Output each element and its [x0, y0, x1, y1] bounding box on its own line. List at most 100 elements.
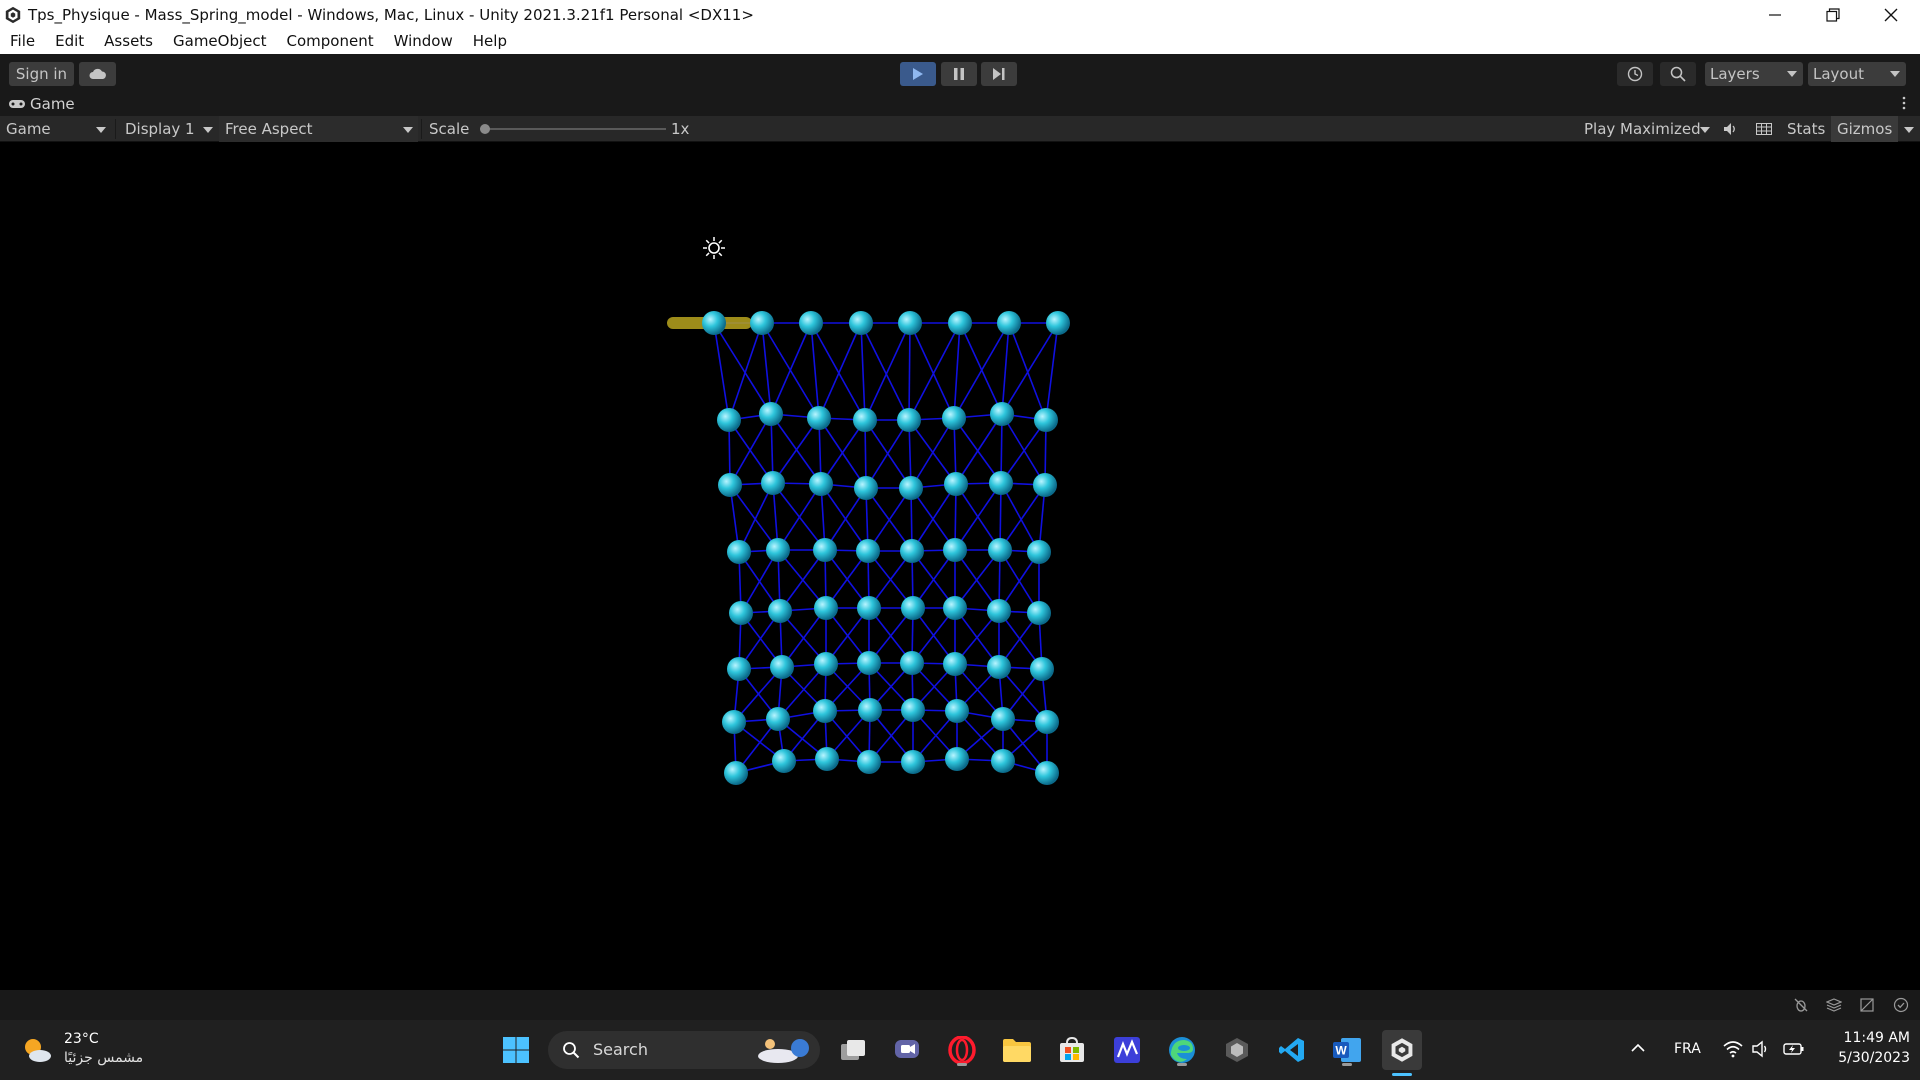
- word-button[interactable]: W: [1327, 1030, 1367, 1070]
- mass-node[interactable]: [989, 471, 1013, 495]
- play-button[interactable]: [900, 62, 936, 86]
- mass-node[interactable]: [1030, 657, 1054, 681]
- mass-node[interactable]: [813, 538, 837, 562]
- wifi-icon[interactable]: [1723, 1040, 1743, 1058]
- mass-node[interactable]: [727, 657, 751, 681]
- unity-hub-button[interactable]: [1217, 1030, 1257, 1070]
- restore-button[interactable]: [1804, 0, 1862, 29]
- play-mode-dropdown[interactable]: Play Maximized: [1578, 116, 1710, 142]
- mass-node[interactable]: [858, 698, 882, 722]
- mass-node[interactable]: [948, 311, 972, 335]
- show-hidden-icons-button[interactable]: [1630, 1038, 1652, 1060]
- mass-node[interactable]: [761, 471, 785, 495]
- mass-node[interactable]: [770, 655, 794, 679]
- system-clock[interactable]: 11:49 AM 5/30/2023: [1810, 1028, 1910, 1068]
- tab-menu-button[interactable]: [1902, 96, 1908, 112]
- input-language-indicator[interactable]: FRA: [1674, 1041, 1701, 1057]
- battery-charging-icon[interactable]: [1783, 1041, 1805, 1057]
- mass-node[interactable]: [718, 473, 742, 497]
- layout-dropdown[interactable]: Layout: [1808, 62, 1906, 86]
- mass-node[interactable]: [945, 699, 969, 723]
- mass-node[interactable]: [857, 596, 881, 620]
- mass-node[interactable]: [901, 698, 925, 722]
- mass-node[interactable]: [943, 596, 967, 620]
- cloud-button[interactable]: [79, 62, 116, 86]
- mass-node[interactable]: [1027, 601, 1051, 625]
- volume-icon[interactable]: [1752, 1040, 1770, 1058]
- mass-node[interactable]: [898, 311, 922, 335]
- mass-node[interactable]: [857, 651, 881, 675]
- mass-node[interactable]: [1035, 710, 1059, 734]
- microsoft-store-button[interactable]: [1052, 1030, 1092, 1070]
- light-gizmo-icon[interactable]: [703, 237, 725, 259]
- mass-node[interactable]: [857, 750, 881, 774]
- mass-node[interactable]: [987, 599, 1011, 623]
- mass-node[interactable]: [901, 596, 925, 620]
- mass-spring-scene[interactable]: [0, 142, 1920, 990]
- mass-node[interactable]: [815, 747, 839, 771]
- mass-node[interactable]: [987, 655, 1011, 679]
- task-view-button[interactable]: [833, 1030, 873, 1070]
- mass-node[interactable]: [853, 408, 877, 432]
- pause-button[interactable]: [941, 62, 977, 86]
- step-button[interactable]: [981, 62, 1017, 86]
- search-button[interactable]: [1660, 62, 1696, 86]
- layers-stack-icon[interactable]: [1826, 997, 1842, 1013]
- mass-node[interactable]: [772, 749, 796, 773]
- mass-node[interactable]: [988, 538, 1012, 562]
- mass-node[interactable]: [1046, 311, 1070, 335]
- mass-node[interactable]: [856, 539, 880, 563]
- auto-generate-lighting-icon[interactable]: [1859, 997, 1875, 1013]
- mass-node[interactable]: [814, 652, 838, 676]
- mass-node[interactable]: [807, 406, 831, 430]
- stats-overlay-button[interactable]: [1752, 120, 1776, 138]
- sign-in-button[interactable]: Sign in: [9, 62, 74, 86]
- history-button[interactable]: [1617, 62, 1653, 86]
- edge-browser-button[interactable]: [1162, 1030, 1202, 1070]
- weather-widget[interactable]: 23°C مشمس جزئيًا: [18, 1028, 158, 1072]
- opera-browser-button[interactable]: [942, 1030, 982, 1070]
- mass-node[interactable]: [945, 747, 969, 771]
- mass-node[interactable]: [750, 311, 774, 335]
- mass-node[interactable]: [768, 599, 792, 623]
- mass-node[interactable]: [991, 707, 1015, 731]
- mass-node[interactable]: [997, 311, 1021, 335]
- mass-node[interactable]: [901, 750, 925, 774]
- menu-gameobject[interactable]: GameObject: [163, 29, 277, 54]
- mass-node[interactable]: [942, 406, 966, 430]
- mass-node[interactable]: [943, 652, 967, 676]
- gizmos-button[interactable]: Gizmos: [1831, 116, 1898, 142]
- menu-component[interactable]: Component: [277, 29, 384, 54]
- mathway-app-button[interactable]: [1107, 1030, 1147, 1070]
- mass-node[interactable]: [990, 402, 1014, 426]
- mass-node[interactable]: [1033, 473, 1057, 497]
- mass-node[interactable]: [900, 539, 924, 563]
- scale-slider-handle[interactable]: [480, 124, 490, 134]
- tab-game[interactable]: Game: [0, 92, 83, 116]
- mass-node[interactable]: [899, 476, 923, 500]
- unity-editor-button[interactable]: [1382, 1030, 1422, 1076]
- mass-nodes[interactable]: [702, 311, 1070, 785]
- menu-file[interactable]: File: [0, 29, 45, 54]
- mass-node[interactable]: [943, 538, 967, 562]
- mass-node[interactable]: [900, 651, 924, 675]
- stats-button[interactable]: Stats: [1781, 116, 1831, 142]
- mass-node[interactable]: [1035, 761, 1059, 785]
- display-dropdown[interactable]: Display 1: [118, 116, 216, 142]
- scale-slider[interactable]: [480, 124, 666, 134]
- mass-node[interactable]: [991, 749, 1015, 773]
- mass-node[interactable]: [813, 699, 837, 723]
- teams-chat-button[interactable]: [887, 1030, 927, 1070]
- gizmos-dropdown[interactable]: [1898, 116, 1920, 142]
- mass-node[interactable]: [799, 311, 823, 335]
- mass-node[interactable]: [897, 408, 921, 432]
- mass-node[interactable]: [727, 540, 751, 564]
- mass-node[interactable]: [702, 311, 726, 335]
- menu-window[interactable]: Window: [384, 29, 463, 54]
- view-mode-dropdown[interactable]: Game: [0, 116, 112, 142]
- mass-node[interactable]: [722, 710, 746, 734]
- mass-node[interactable]: [1027, 540, 1051, 564]
- start-button[interactable]: [496, 1030, 536, 1070]
- file-explorer-button[interactable]: [997, 1030, 1037, 1070]
- close-button[interactable]: [1862, 0, 1920, 29]
